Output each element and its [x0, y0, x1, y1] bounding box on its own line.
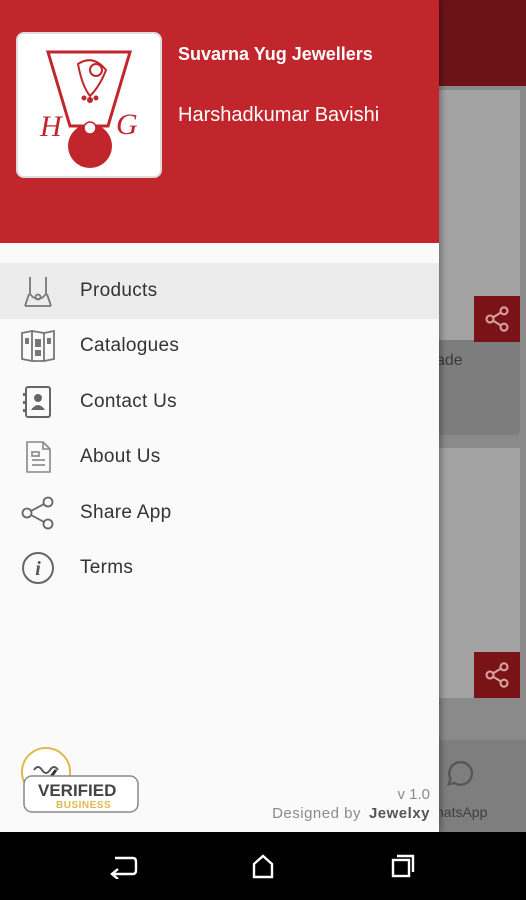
svg-text:i: i [35, 558, 41, 580]
menu-item-label: About Us [80, 446, 161, 468]
menu-item-label: Share App [80, 501, 172, 523]
menu-item-products[interactable]: Products [0, 263, 439, 319]
app-version: v 1.0 [397, 786, 430, 803]
store-name: Suvarna Yug Jewellers [178, 44, 373, 64]
menu-item-label: Terms [80, 557, 134, 579]
document-icon [20, 439, 56, 475]
recents-icon [391, 854, 415, 878]
designed-by: Designed by Jewelxy [272, 805, 430, 822]
background-card-text: ade [436, 352, 463, 369]
necklace-icon [20, 273, 56, 309]
background-share-button[interactable] [474, 652, 520, 698]
menu-item-terms[interactable]: i Terms [0, 541, 439, 597]
share-icon [485, 306, 509, 332]
menu-item-contact-us[interactable]: Contact Us [0, 374, 439, 430]
contact-card-icon [20, 384, 56, 420]
home-icon [252, 854, 274, 879]
drawer-header: H G Suvarna Yug Jewellers Harshadkumar B… [0, 0, 439, 243]
menu-item-about-us[interactable]: About Us [0, 430, 439, 486]
drawer-menu: Products Catalogues Contact Us About Us … [0, 263, 439, 596]
system-navigation-bar [0, 832, 526, 900]
menu-item-label: Products [80, 279, 158, 301]
menu-item-catalogues[interactable]: Catalogues [0, 319, 439, 375]
back-icon [110, 856, 138, 879]
menu-item-share-app[interactable]: Share App [0, 485, 439, 541]
owner-name: Harshadkumar Bavishi [178, 104, 380, 126]
share-icon [20, 495, 56, 531]
catalogue-icon [20, 328, 56, 364]
recents-button[interactable] [383, 847, 423, 885]
info-icon: i [20, 550, 56, 586]
back-button[interactable] [103, 847, 143, 885]
navigation-drawer: H G Suvarna Yug Jewellers Harshadkumar B… [0, 0, 439, 832]
badge-business-text: BUSINESS [56, 800, 111, 811]
background-share-button[interactable] [474, 296, 520, 342]
designed-by-brand[interactable]: Jewelxy [369, 805, 430, 822]
share-icon [485, 662, 509, 688]
verified-business-badge: VERIFIED BUSINESS [20, 746, 142, 816]
menu-item-label: Catalogues [80, 335, 180, 357]
svg-text:G: G [116, 108, 138, 141]
store-logo: H G [16, 32, 162, 178]
home-button[interactable] [243, 847, 283, 885]
background-whatsapp-label: hatsApp [436, 804, 488, 820]
badge-verified-text: VERIFIED [38, 781, 116, 800]
svg-text:H: H [39, 110, 64, 143]
designed-by-label: Designed by [272, 805, 361, 822]
menu-item-label: Contact Us [80, 390, 177, 412]
whatsapp-icon [443, 756, 477, 795]
